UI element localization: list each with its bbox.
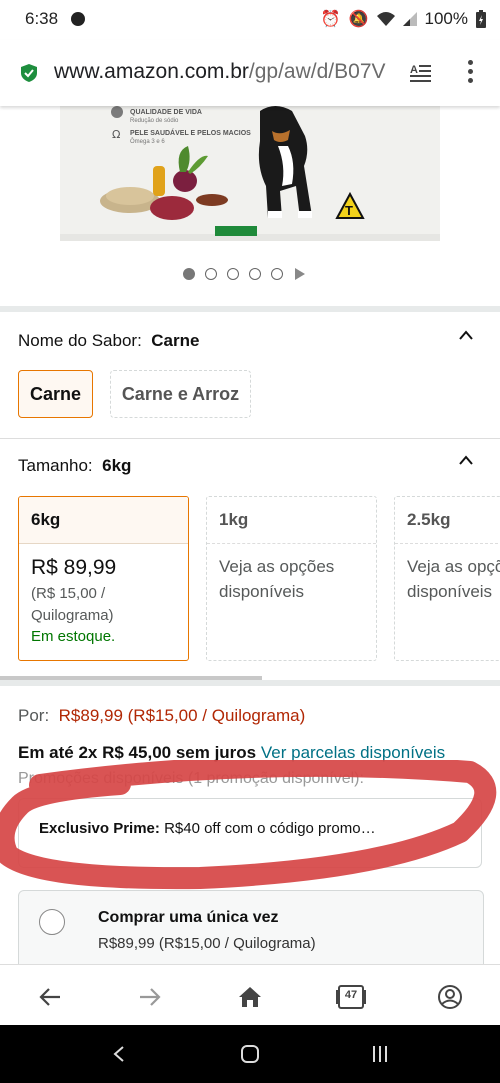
feature-title-2: PELE SAUDÁVEL E PELOS MACIOS xyxy=(130,128,251,137)
stock-status: Em estoque. xyxy=(31,628,116,645)
feature-title-1: QUALIDADE DE VIDA xyxy=(130,109,202,116)
product-badge: T xyxy=(345,203,353,218)
prime-promo-text: Exclusivo Prime: R$40 off com o código p… xyxy=(39,820,376,837)
prime-promo-offer: R$40 off com o código promo… xyxy=(164,820,376,837)
home-icon[interactable] xyxy=(236,983,264,1011)
feature-sub-2: Ômega 3 e 6 xyxy=(130,138,165,145)
video-play-icon[interactable] xyxy=(295,268,305,280)
promotions-header: Promoções disponíveis (1 promoção dispon… xyxy=(18,770,364,787)
carousel-dot[interactable] xyxy=(249,268,261,280)
size-option-6kg[interactable]: 6kg R$ 89,99 (R$ 15,00 / Quilograma) Em … xyxy=(18,496,189,661)
back-arrow-icon[interactable] xyxy=(36,983,64,1011)
purchase-option-price: R$89,99 (R$15,00 / Quilograma) xyxy=(98,935,316,952)
alarm-icon: ⏰ xyxy=(320,11,341,28)
carousel-dot[interactable] xyxy=(271,268,283,280)
browser-url-bar: www.amazon.com.br/gp/aw/d/B07V A xyxy=(0,40,500,106)
prime-promo-box[interactable]: Exclusivo Prime: R$40 off com o código p… xyxy=(18,798,482,868)
size-option-2-5kg[interactable]: 2.5kg Veja as opções disponíveis xyxy=(394,496,500,661)
installments-text: Em até 2x R$ 45,00 sem juros xyxy=(18,743,257,762)
browser-menu-icon[interactable] xyxy=(462,60,478,86)
svg-text:Ω: Ω xyxy=(112,128,120,141)
size-option-note: Veja as opções disponíveis xyxy=(219,557,335,601)
prime-promo-label: Exclusivo Prime: xyxy=(39,820,160,837)
image-carousel-dots[interactable] xyxy=(183,268,305,280)
section-divider xyxy=(0,306,500,312)
flavor-option-carne[interactable]: Carne xyxy=(18,370,93,418)
size-option-price: R$ 89,99 xyxy=(31,556,117,579)
size-label: Tamanho: xyxy=(18,456,93,475)
feature-sub-1: Redução de sódio xyxy=(130,118,179,124)
carousel-dot[interactable] xyxy=(227,268,239,280)
section-divider xyxy=(0,680,500,686)
chevron-up-icon[interactable] xyxy=(459,454,473,468)
mute-icon: 🔕 xyxy=(348,11,369,28)
divider xyxy=(0,438,500,439)
account-icon[interactable] xyxy=(436,983,464,1011)
purchase-radio[interactable] xyxy=(39,909,65,935)
notification-icon xyxy=(71,12,85,26)
url-path: /gp/aw/d/B07V xyxy=(248,60,386,83)
signal-icon xyxy=(402,12,417,26)
url-text[interactable]: www.amazon.com.br/gp/aw/d/B07V xyxy=(54,60,399,84)
battery-charging-icon xyxy=(476,10,486,28)
price-row: Por: R$89,99 (R$15,00 / Quilograma) xyxy=(18,706,305,726)
size-label-row: Tamanho: 6kg xyxy=(18,456,131,476)
size-option-unit-price: (R$ 15,00 / Quilograma) xyxy=(31,585,114,624)
purchase-option-title: Comprar uma única vez xyxy=(98,909,279,926)
reader-mode-icon[interactable]: A xyxy=(410,62,432,82)
tabs-count: 47 xyxy=(344,989,358,1001)
size-option-name: 2.5kg xyxy=(395,497,500,544)
url-domain: www.amazon.com.br xyxy=(54,60,249,83)
flavor-selected: Carne xyxy=(151,331,200,350)
system-home-icon[interactable] xyxy=(240,1044,260,1064)
flavor-label-row: Nome do Sabor: Carne xyxy=(18,331,199,351)
secure-shield-icon[interactable] xyxy=(19,63,39,83)
status-bar: 6:38 ⏰ 🔕 100% xyxy=(0,0,500,40)
carousel-dot-active[interactable] xyxy=(183,268,195,280)
carousel-dot[interactable] xyxy=(205,268,217,280)
tabs-button[interactable]: 47 xyxy=(336,983,366,1011)
price-label: Por: xyxy=(18,706,50,725)
chevron-up-icon[interactable] xyxy=(459,329,473,343)
svg-text:A: A xyxy=(410,64,418,76)
battery-percent: 100% xyxy=(424,9,468,28)
size-selected: 6kg xyxy=(102,456,132,475)
system-recents-icon[interactable] xyxy=(371,1045,389,1063)
size-option-1kg[interactable]: 1kg Veja as opções disponíveis xyxy=(206,496,377,661)
size-option-name: 1kg xyxy=(207,497,376,544)
price-value: R$89,99 (R$15,00 / Quilograma) xyxy=(58,706,306,725)
flavor-label: Nome do Sabor: xyxy=(18,331,142,350)
product-image[interactable]: QUALIDADE DE VIDA Redução de sódio Ω PEL… xyxy=(60,106,440,241)
forward-arrow-icon[interactable] xyxy=(136,983,164,1011)
size-option-name: 6kg xyxy=(19,497,188,544)
status-icons: ⏰ 🔕 100% xyxy=(321,9,486,29)
flavor-option-carne-arroz[interactable]: Carne e Arroz xyxy=(110,370,251,418)
size-option-note: Veja as opções disponíveis xyxy=(407,557,500,601)
system-nav-bar xyxy=(0,1025,500,1083)
browser-bottom-nav: 47 xyxy=(0,964,500,1027)
installments-row: Em até 2x R$ 45,00 sem juros Ver parcela… xyxy=(18,743,445,763)
system-back-icon[interactable] xyxy=(112,1045,126,1063)
wifi-icon xyxy=(376,12,395,26)
installments-link[interactable]: Ver parcelas disponíveis xyxy=(261,743,445,762)
status-time: 6:38 xyxy=(25,9,59,28)
